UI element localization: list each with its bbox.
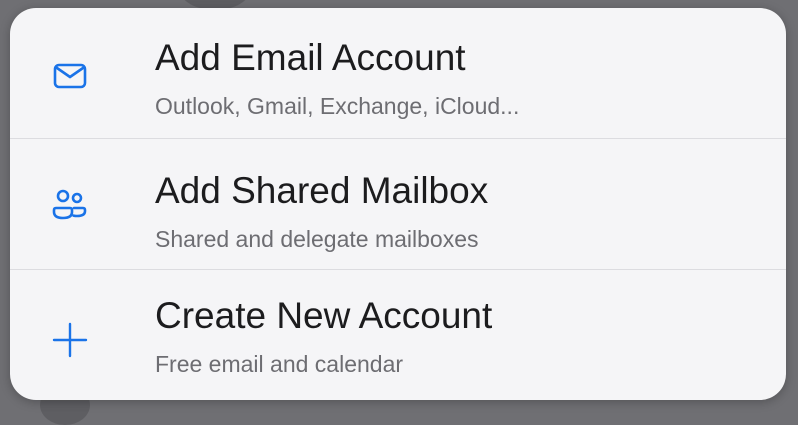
people-icon xyxy=(50,185,90,225)
divider xyxy=(10,138,786,139)
plus-icon xyxy=(50,320,90,360)
option-title: Create New Account xyxy=(155,295,493,336)
option-title: Add Email Account xyxy=(155,37,466,78)
add-account-menu: Add Email Account Outlook, Gmail, Exchan… xyxy=(10,8,786,400)
option-title: Add Shared Mailbox xyxy=(155,170,489,211)
divider xyxy=(10,269,786,270)
option-subtitle: Free email and calendar xyxy=(155,351,404,377)
option-subtitle: Outlook, Gmail, Exchange, iCloud... xyxy=(155,93,520,119)
option-subtitle: Shared and delegate mailboxes xyxy=(155,226,479,252)
envelope-icon xyxy=(50,56,90,96)
add-email-account-option[interactable]: Add Email Account Outlook, Gmail, Exchan… xyxy=(10,8,786,138)
add-shared-mailbox-option[interactable]: Add Shared Mailbox Shared and delegate m… xyxy=(10,138,786,269)
create-new-account-option[interactable]: Create New Account Free email and calend… xyxy=(10,269,786,400)
